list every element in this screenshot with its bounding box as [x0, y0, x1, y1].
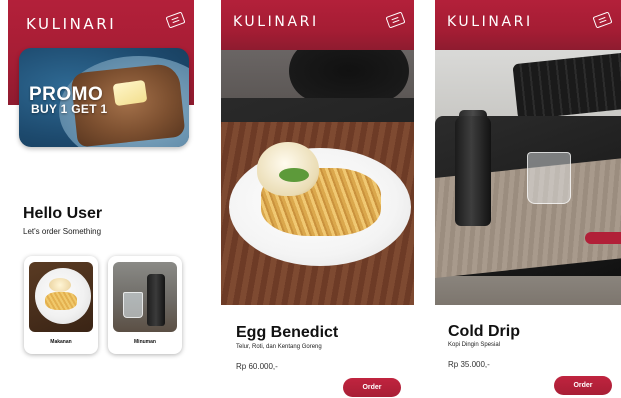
header: KULINARI: [221, 0, 414, 50]
item-title: Egg Benedict: [236, 324, 339, 341]
greeting-subtitle: Let's order Something: [23, 227, 102, 236]
brand-logo: KULINARI: [447, 14, 533, 30]
detail-screen-cold-drip: KULINARI Cold Drip Kopi Dingin Spesial R…: [435, 0, 621, 398]
item-hero-image: [435, 50, 621, 305]
item-price: Rp 60.000,-: [236, 362, 278, 371]
category-label: Minuman: [134, 339, 156, 345]
category-card-minuman[interactable]: Minuman: [108, 256, 182, 354]
category-card-makanan[interactable]: Makanan: [24, 256, 98, 354]
category-image-makanan: [29, 262, 93, 332]
home-screen: KULINARI PROMO BUY 1 GET 1 Hello User Le…: [0, 0, 200, 398]
item-description: Telur, Roti, dan Kentang Goreng: [236, 344, 322, 350]
ticket-icon[interactable]: [592, 11, 613, 29]
order-button[interactable]: Order: [554, 376, 612, 395]
category-label: Makanan: [50, 339, 72, 345]
item-description: Kopi Dingin Spesial: [448, 342, 501, 348]
order-button[interactable]: Order: [343, 378, 401, 397]
item-title: Cold Drip: [448, 323, 520, 340]
ticket-icon[interactable]: [165, 11, 186, 29]
promo-butter-image: [112, 79, 148, 107]
greeting-title: Hello User: [23, 205, 103, 222]
item-price: Rp 35.000,-: [448, 360, 490, 369]
item-hero-image: [221, 50, 414, 305]
promo-subtitle: BUY 1 GET 1: [31, 102, 108, 116]
detail-screen-egg-benedict: KULINARI Egg Benedict Telur, Roti, dan K…: [221, 0, 414, 398]
header: KULINARI: [435, 0, 621, 50]
ticket-icon[interactable]: [385, 11, 406, 29]
brand-logo: KULINARI: [26, 15, 117, 33]
category-image-minuman: [113, 262, 177, 332]
brand-logo: KULINARI: [233, 14, 319, 30]
promo-banner[interactable]: PROMO BUY 1 GET 1: [19, 48, 189, 147]
